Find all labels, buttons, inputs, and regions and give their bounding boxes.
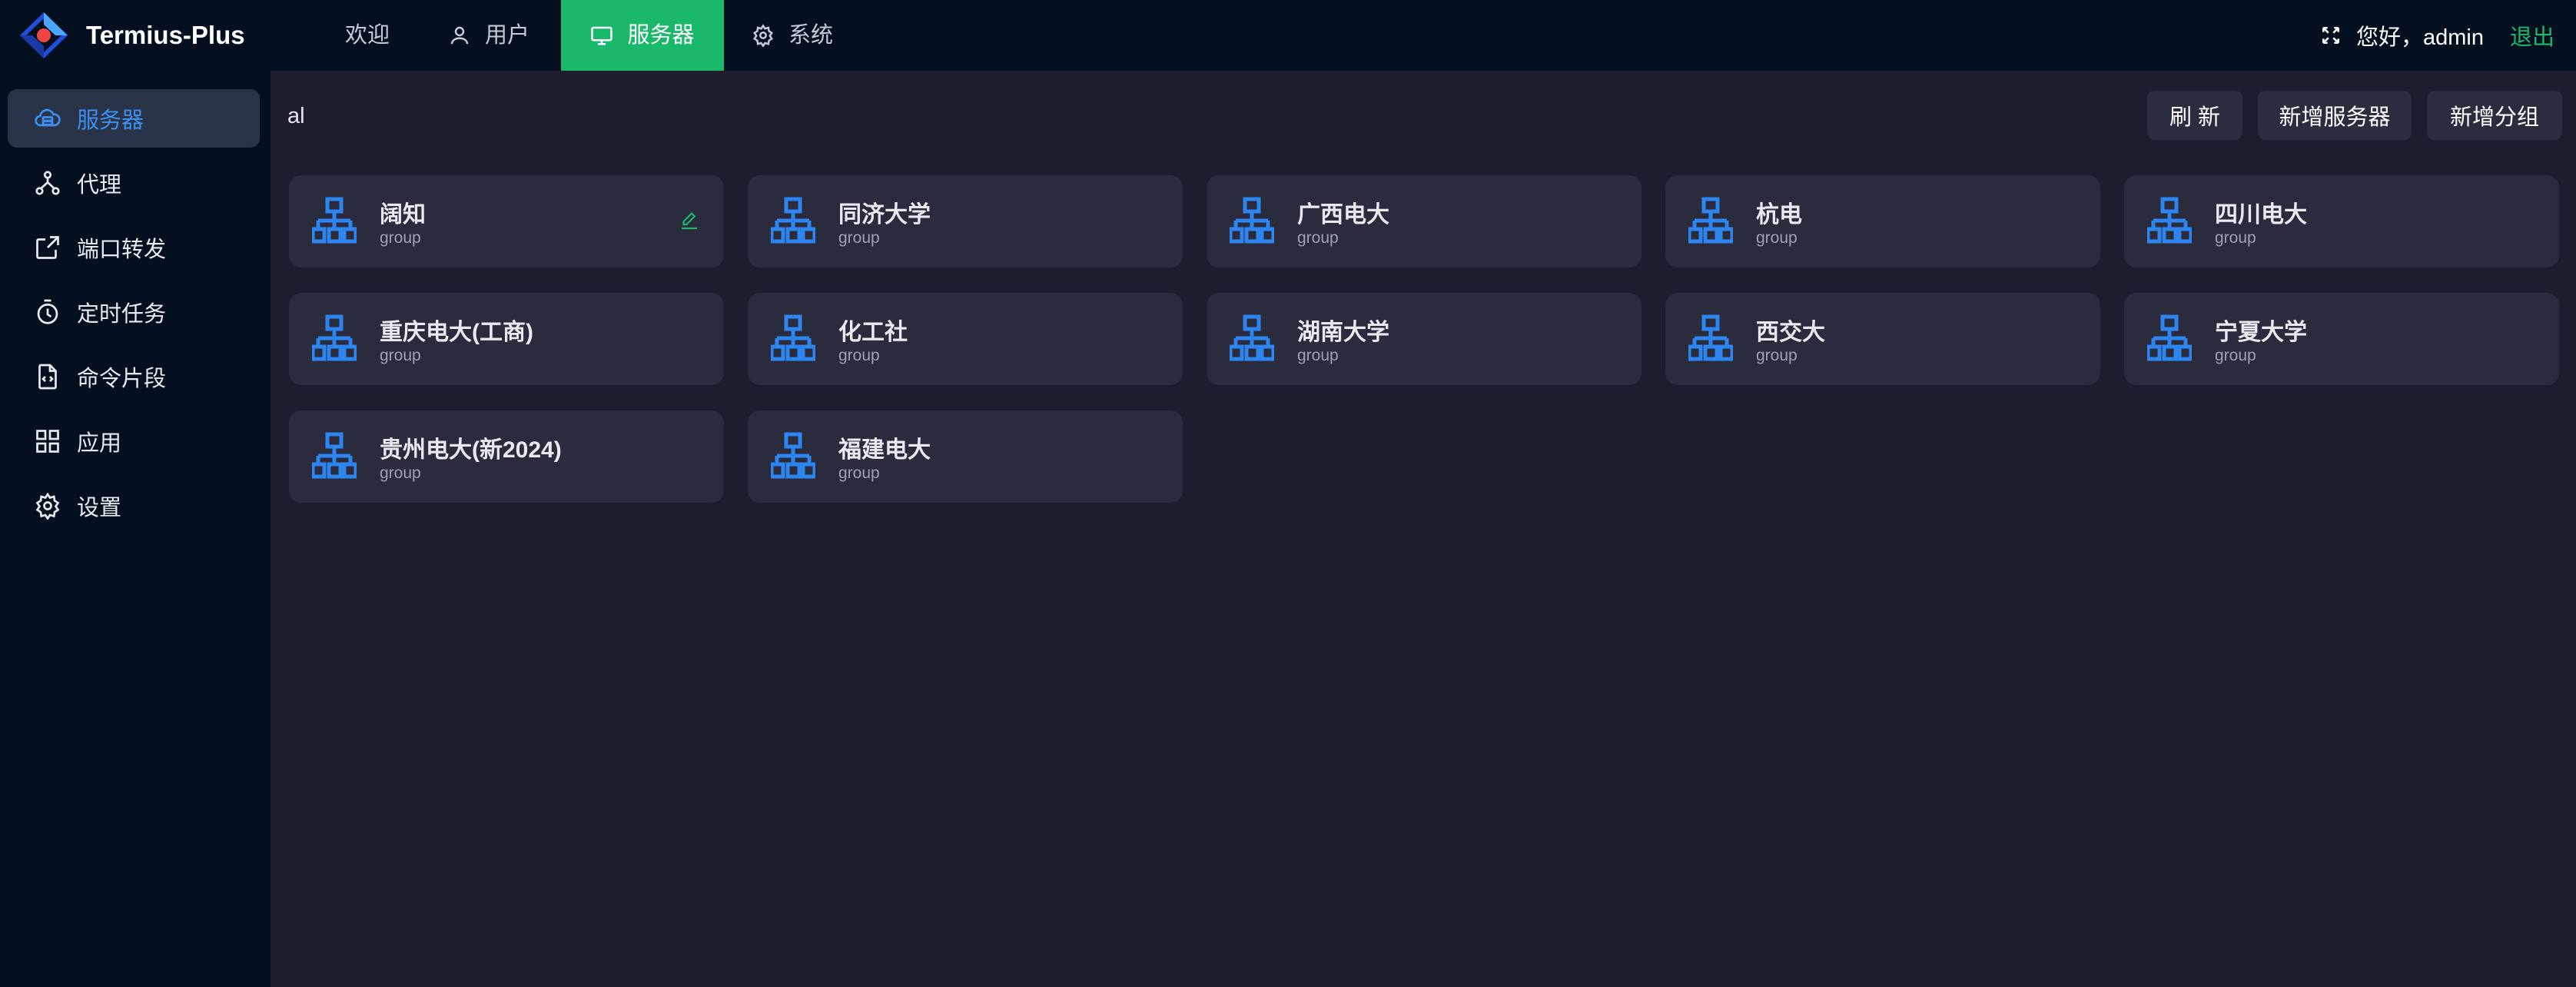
server-group-icon <box>1687 197 1734 244</box>
nav-tab-users[interactable]: 用户 <box>448 0 529 71</box>
nav-tab-system[interactable]: 系统 <box>752 0 833 71</box>
sidebar-item-port-forwarding[interactable]: 端口转发 <box>8 218 260 277</box>
group-name: 宁夏大学 <box>2215 320 2307 345</box>
group-type-label: group <box>1297 229 1339 247</box>
logout-link[interactable]: 退出 <box>2510 19 2554 52</box>
nav-tab-label: 系统 <box>788 23 834 48</box>
group-name: 广西电大 <box>1297 202 1389 228</box>
termius-logo-icon <box>20 12 68 58</box>
server-group-icon <box>310 197 358 244</box>
sidebar-item-proxy[interactable]: 代理 <box>8 154 260 212</box>
group-card[interactable]: 重庆电大(工商) group <box>289 293 724 385</box>
group-name: 杭电 <box>1756 202 1802 228</box>
sidebar-item-label: 服务器 <box>77 108 144 133</box>
group-name: 重庆电大(工商) <box>380 320 533 345</box>
group-type-label: group <box>838 229 880 247</box>
sidebar-item-label: 代理 <box>77 173 122 198</box>
group-name: 阔知 <box>380 202 426 228</box>
group-type-label: group <box>1297 347 1339 364</box>
search-input[interactable] <box>287 98 749 134</box>
sidebar-item-label: 设置 <box>77 496 122 520</box>
server-group-icon <box>310 432 358 480</box>
server-group-icon <box>769 197 817 244</box>
sidebar-item-snippets[interactable]: 命令片段 <box>8 347 260 406</box>
top-nav-bar: Termius-Plus 欢迎 用户 服务器 系统 您好，admin 退出 <box>0 0 2576 71</box>
sidebar-item-settings[interactable]: 设置 <box>8 477 260 535</box>
server-group-icon <box>2146 197 2193 244</box>
fullscreen-icon[interactable] <box>2321 25 2341 45</box>
app-title: Termius-Plus <box>86 21 245 49</box>
server-group-icon <box>1687 314 1734 362</box>
group-card[interactable]: 西交大 group <box>1665 293 2100 385</box>
group-card[interactable]: 四川电大 group <box>2124 175 2559 268</box>
sidebar-item-scheduled-tasks[interactable]: 定时任务 <box>8 283 260 341</box>
group-name: 湖南大学 <box>1297 320 1389 345</box>
refresh-button[interactable]: 刷 新 <box>2147 91 2242 140</box>
group-card[interactable]: 杭电 group <box>1665 175 2100 268</box>
group-type-label: group <box>1756 347 1798 364</box>
server-group-icon <box>2146 314 2193 362</box>
group-card[interactable]: 宁夏大学 group <box>2124 293 2559 385</box>
sidebar: 服务器 代理 端口转发 定时任务 命令片段 应用 设置 <box>0 71 271 987</box>
sidebar-item-label: 端口转发 <box>77 238 167 262</box>
group-card[interactable]: 广西电大 group <box>1207 175 1642 268</box>
group-name: 西交大 <box>1756 320 1825 345</box>
group-type-label: group <box>838 347 880 364</box>
nav-tab-label: 用户 <box>485 23 530 48</box>
group-name: 化工社 <box>838 320 908 345</box>
group-type-label: group <box>380 229 421 247</box>
sidebar-item-label: 应用 <box>77 431 122 456</box>
group-name: 四川电大 <box>2215 202 2307 228</box>
code-file-icon <box>38 364 57 390</box>
group-name: 福建电大 <box>838 437 931 463</box>
apps-grid-icon <box>36 430 59 453</box>
nav-tab-welcome[interactable]: 欢迎 <box>345 0 390 71</box>
edit-icon[interactable] <box>678 209 701 232</box>
server-group-icon <box>310 314 358 362</box>
group-card[interactable]: 阔知 group <box>289 175 724 268</box>
user-icon <box>450 26 469 45</box>
server-group-icon <box>769 432 817 480</box>
sidebar-item-label: 定时任务 <box>77 302 167 327</box>
group-type-label: group <box>2215 229 2256 247</box>
group-type-label: group <box>380 464 421 482</box>
group-card[interactable]: 化工社 group <box>748 293 1183 385</box>
group-card[interactable]: 同济大学 group <box>748 175 1183 268</box>
add-group-button[interactable]: 新增分组 <box>2427 91 2562 140</box>
server-group-icon <box>1228 314 1276 362</box>
group-type-label: group <box>838 464 880 482</box>
nav-tab-label: 欢迎 <box>345 23 390 48</box>
sidebar-item-label: 命令片段 <box>77 367 167 391</box>
server-group-icon <box>769 314 817 362</box>
group-type-label: group <box>2215 347 2256 364</box>
monitor-icon <box>591 26 613 45</box>
server-group-icon <box>1228 197 1276 244</box>
gear-icon <box>753 24 773 47</box>
add-server-button[interactable]: 新增服务器 <box>2258 91 2412 140</box>
group-card[interactable]: 湖南大学 group <box>1207 293 1642 385</box>
group-name: 同济大学 <box>838 202 931 228</box>
user-area: 您好，admin 退出 <box>2321 0 2554 71</box>
settings-icon <box>35 492 60 520</box>
sidebar-item-servers[interactable]: 服务器 <box>8 89 260 148</box>
greeting-text: 您好，admin <box>2355 25 2484 50</box>
sidebar-item-apps[interactable]: 应用 <box>8 412 260 470</box>
group-card[interactable]: 贵州电大(新2024) group <box>289 410 724 503</box>
main-content: 刷 新 新增服务器 新增分组 阔知group同济大学group广西电大group… <box>271 71 2576 987</box>
group-card[interactable]: 福建电大 group <box>748 410 1183 503</box>
share-icon <box>36 236 59 259</box>
nav-tab-label: 服务器 <box>627 23 695 48</box>
group-type-label: group <box>380 347 421 364</box>
group-name: 贵州电大(新2024) <box>380 437 562 463</box>
timer-icon <box>37 299 58 324</box>
group-type-label: group <box>1756 229 1798 247</box>
network-icon <box>35 171 60 195</box>
server-cloud-icon <box>35 108 61 127</box>
nav-tab-servers[interactable]: 服务器 <box>561 0 724 71</box>
